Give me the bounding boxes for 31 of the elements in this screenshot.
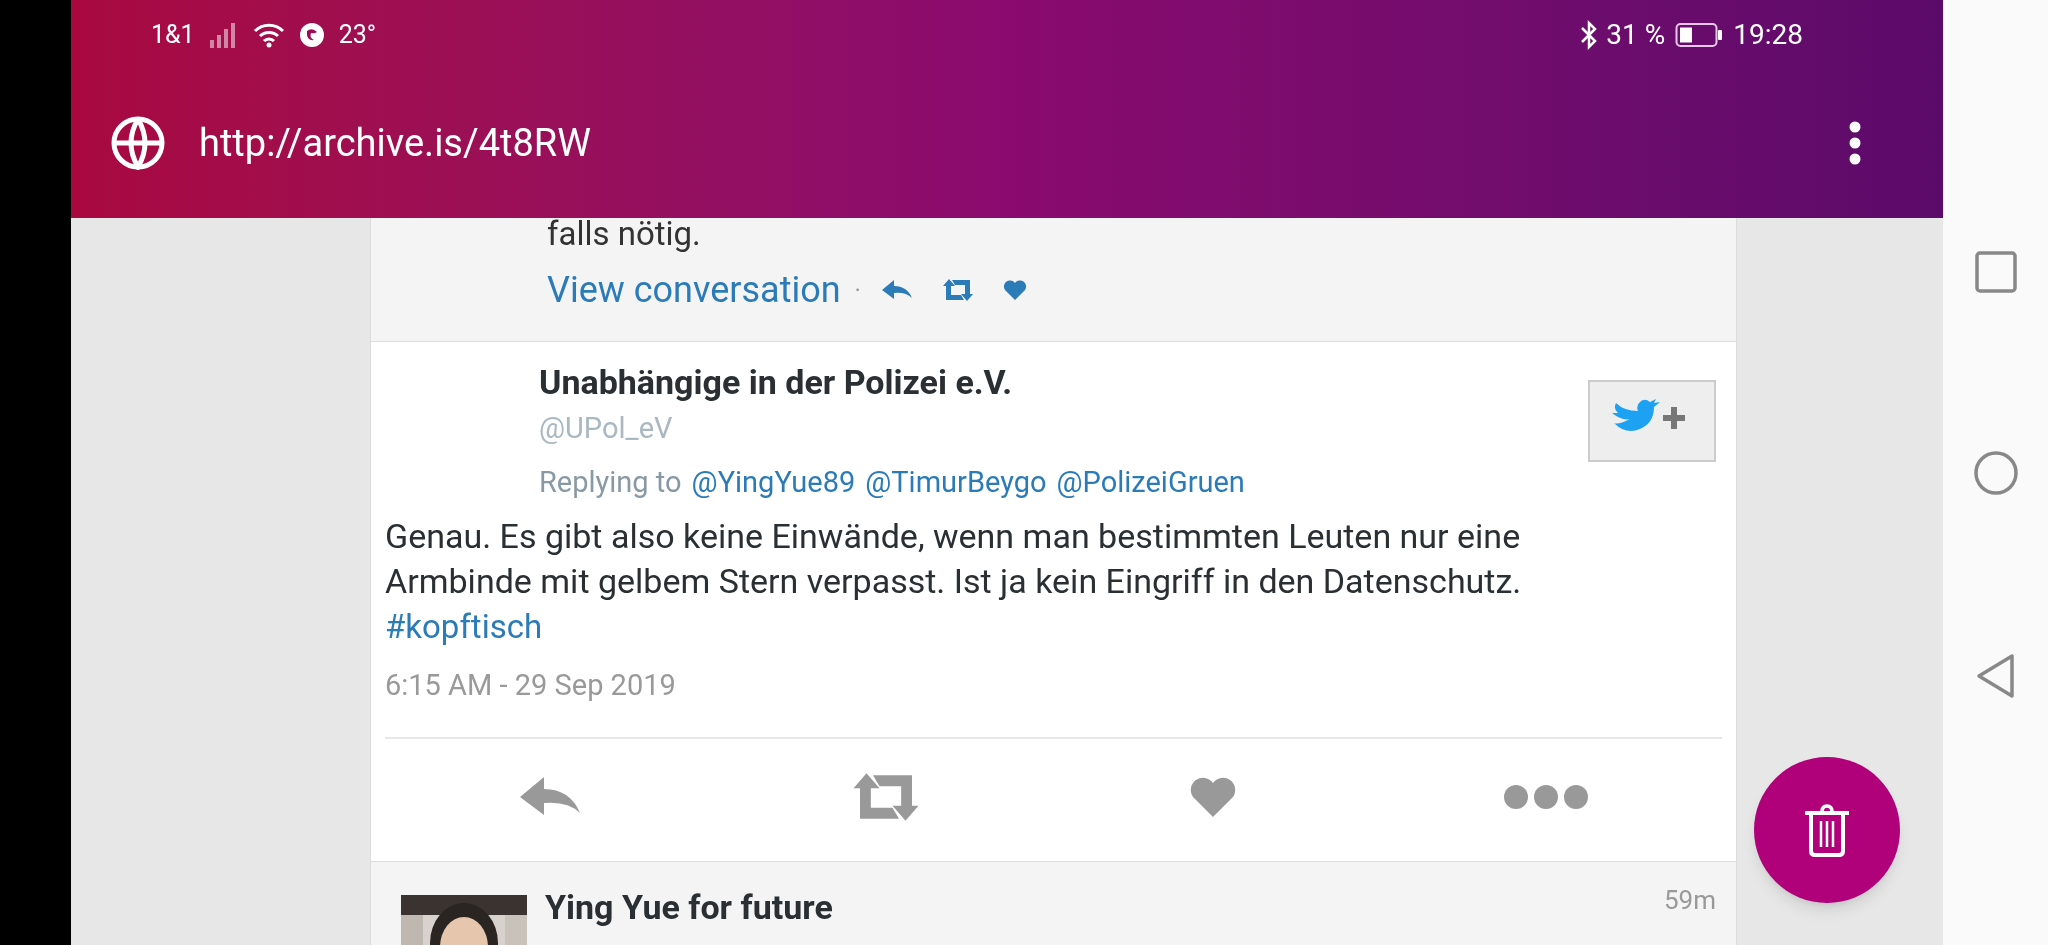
- tweet-age[interactable]: 59m: [1663, 881, 1716, 945]
- tweet-timestamp[interactable]: 6:15 AM - 29 Sep 2019: [385, 665, 1722, 705]
- wifi-icon: [252, 22, 285, 48]
- battery-icon: [1675, 22, 1724, 48]
- mention-link[interactable]: @YingYue89: [691, 460, 856, 504]
- mention-link[interactable]: @TimurBeygo: [865, 460, 1047, 504]
- home-button-icon[interactable]: [1972, 450, 2019, 496]
- more-icon[interactable]: [1503, 784, 1590, 810]
- replying-label: Replying to: [539, 464, 682, 501]
- url-text[interactable]: http://archive.is/4t8RW: [199, 114, 591, 172]
- follow-button[interactable]: [1588, 380, 1716, 462]
- trash-icon: [1803, 803, 1851, 857]
- mention-link[interactable]: @PolizeiGruen: [1056, 460, 1245, 504]
- view-conversation-link[interactable]: View conversation: [547, 263, 841, 317]
- separator-dot: ·: [854, 275, 861, 306]
- back-button-icon[interactable]: [1975, 653, 2016, 699]
- menu-icon[interactable]: [1848, 121, 1862, 165]
- hashtag-link[interactable]: #kopftisch: [385, 604, 543, 649]
- tweet-text: falls nötig.: [547, 215, 702, 253]
- tweet-text: Genau. Es gibt also keine Einwände, wenn man bestimmten Leuten nur eine Armbinde mit gelbem Stern verpasst. Ist ja kein Eingriff in den Datenschutz.: [385, 515, 1523, 603]
- author-name[interactable]: Unabhängige in der Polizei e.V.: [539, 360, 1245, 404]
- heart-icon[interactable]: [1002, 279, 1027, 301]
- temperature-text: 23°: [338, 19, 377, 52]
- recents-button-icon[interactable]: [1974, 251, 2017, 293]
- retweet-icon[interactable]: [940, 278, 975, 302]
- clock-time: 19:28: [1733, 17, 1803, 53]
- battery-percent: 31 %: [1606, 17, 1666, 53]
- reply-icon[interactable]: [880, 279, 913, 301]
- carrier-name: 1&1: [151, 19, 195, 52]
- globe-icon[interactable]: [111, 116, 165, 170]
- author-name[interactable]: Ying Yue for future: [545, 887, 1646, 945]
